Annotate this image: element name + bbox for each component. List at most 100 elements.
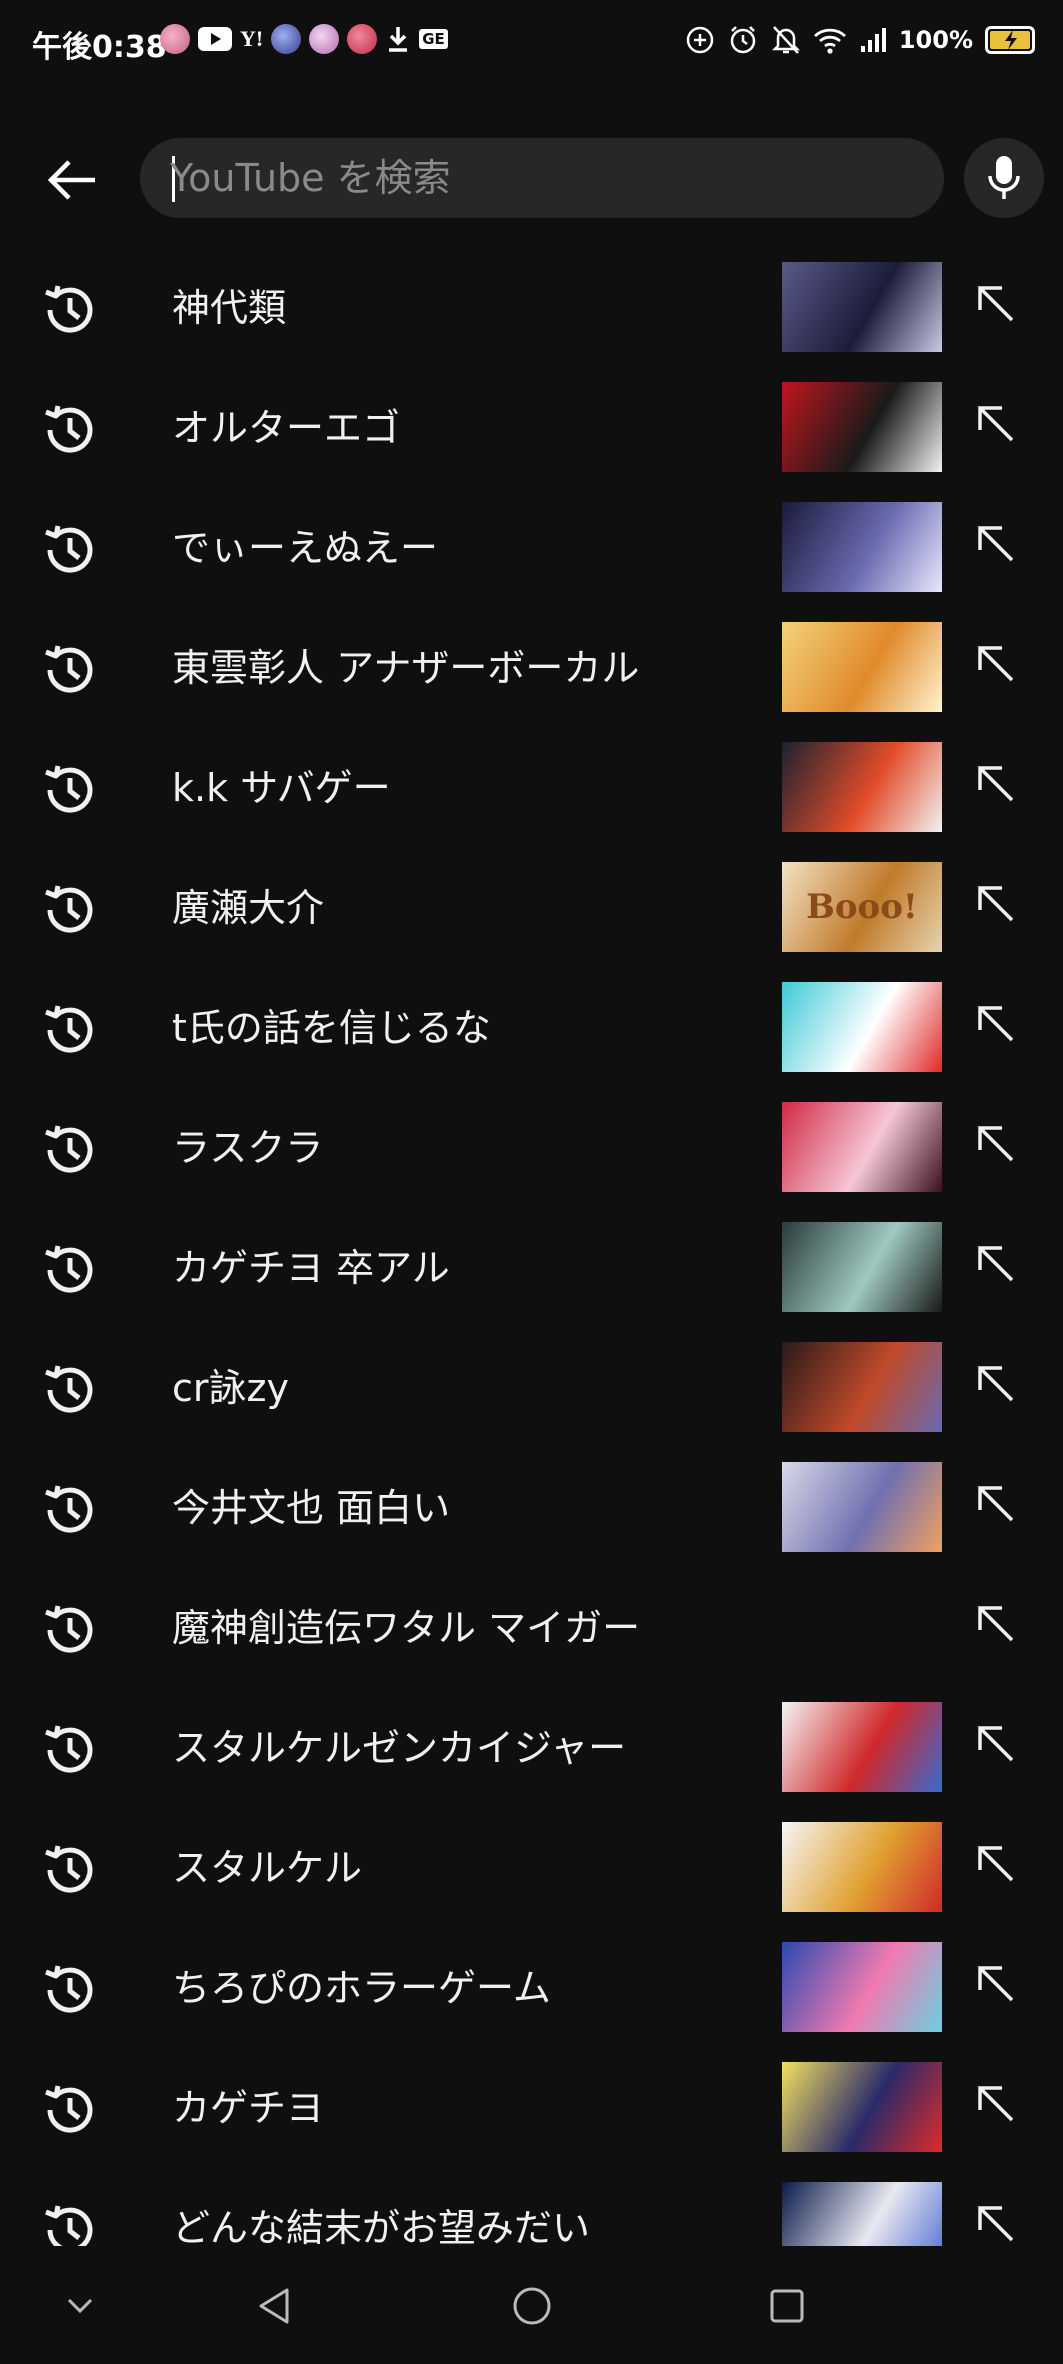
history-item-thumbnail [782, 502, 942, 592]
history-item-label: 廣瀬大介 [172, 886, 325, 930]
notification-icons: Y! GE [160, 24, 448, 54]
history-item[interactable]: cr詠zy [0, 1328, 1063, 1448]
fill-query-arrow-icon[interactable] [970, 1118, 1022, 1170]
history-item[interactable]: 廣瀬大介 Booo! [0, 848, 1063, 968]
keyboard-hide-button[interactable] [50, 2276, 110, 2336]
history-item-thumbnail [782, 622, 942, 712]
app-icon [160, 24, 190, 54]
fill-query-arrow-icon[interactable] [970, 278, 1022, 330]
history-item[interactable]: ちろぴのホラーゲーム [0, 1928, 1063, 2048]
chevron-down-icon [67, 2298, 93, 2314]
fill-query-arrow-icon[interactable] [970, 1358, 1022, 1410]
history-item-label: カゲチヨ [172, 2086, 325, 2130]
back-button[interactable] [36, 148, 106, 212]
nav-home-button[interactable] [502, 2276, 562, 2336]
history-item-label: オルターエゴ [172, 406, 401, 450]
history-clock-icon [45, 525, 93, 573]
microphone-icon [988, 156, 1020, 199]
search-input[interactable] [170, 138, 910, 218]
history-clock-icon [45, 1965, 93, 2013]
app-icon [347, 24, 378, 54]
nav-back-button[interactable] [243, 2276, 303, 2336]
fill-query-arrow-icon[interactable] [970, 878, 1022, 930]
ge-icon: GE [419, 29, 448, 49]
youtube-icon [198, 27, 232, 51]
history-item-label: 魔神創造伝ワタル マイガー [172, 1606, 641, 1650]
fill-query-arrow-icon[interactable] [970, 1718, 1022, 1770]
history-item-thumbnail [782, 382, 942, 472]
youtube-search-screen: 午後0:38 Y! GE 100% YouTube を検索 神代類 オルターエゴ… [0, 0, 1063, 2364]
history-item-label: t氏の話を信じるな [172, 1006, 491, 1050]
history-item-label: でぃーえぬえー [172, 526, 439, 570]
search-history-list: 神代類 オルターエゴ でぃーえぬえー 東雲彰人 アナザーボーカル k.k サバゲー 廣瀬大… [0, 248, 1063, 2246]
fill-query-arrow-icon[interactable] [970, 1598, 1022, 1650]
history-item-thumbnail [782, 1342, 942, 1432]
history-item[interactable]: ラスクラ [0, 1088, 1063, 1208]
history-item[interactable]: 東雲彰人 アナザーボーカル [0, 608, 1063, 728]
history-item-label: スタルケルゼンカイジャー [172, 1726, 627, 1770]
history-item[interactable]: どんな結末がお望みだい [0, 2168, 1063, 2246]
history-item[interactable]: k.k サバゲー [0, 728, 1063, 848]
history-item-label: 神代類 [172, 286, 287, 330]
history-item-label: どんな結末がお望みだい [172, 2206, 591, 2246]
history-clock-icon [45, 885, 93, 933]
alarm-icon [730, 26, 756, 54]
app-icon [309, 24, 340, 54]
fill-query-arrow-icon[interactable] [970, 2198, 1022, 2246]
recents-square-icon [770, 2289, 804, 2323]
history-clock-icon [45, 1245, 93, 1293]
history-item-label: スタルケル [172, 1846, 363, 1890]
fill-query-arrow-icon[interactable] [970, 398, 1022, 450]
battery-charging-icon [985, 26, 1035, 54]
history-clock-icon [45, 405, 93, 453]
thumbnail-text: Booo! [806, 887, 918, 927]
history-clock-icon [45, 645, 93, 693]
signal-icon [860, 28, 886, 52]
history-item-label: cr詠zy [172, 1366, 289, 1410]
fill-query-arrow-icon[interactable] [970, 1478, 1022, 1530]
history-item-thumbnail [782, 1702, 942, 1792]
wifi-icon [813, 28, 846, 54]
history-item[interactable]: スタルケルゼンカイジャー [0, 1688, 1063, 1808]
history-item-thumbnail [782, 262, 942, 352]
history-clock-icon [45, 765, 93, 813]
fill-query-arrow-icon[interactable] [970, 1958, 1022, 2010]
fill-query-arrow-icon[interactable] [970, 638, 1022, 690]
fill-query-arrow-icon[interactable] [970, 758, 1022, 810]
search-box [140, 138, 944, 218]
history-item[interactable]: 今井文也 面白い [0, 1448, 1063, 1568]
history-clock-icon [45, 1605, 93, 1653]
history-item[interactable]: t氏の話を信じるな [0, 968, 1063, 1088]
history-item-label: 今井文也 面白い [172, 1486, 451, 1530]
arrow-left-icon [47, 160, 95, 200]
history-item[interactable]: 神代類 [0, 248, 1063, 368]
fill-query-arrow-icon[interactable] [970, 998, 1022, 1050]
fill-query-arrow-icon[interactable] [970, 518, 1022, 570]
status-time: 午後0:38 [32, 30, 167, 65]
fill-query-arrow-icon[interactable] [970, 1838, 1022, 1890]
history-item[interactable]: でぃーえぬえー [0, 488, 1063, 608]
yahoo-icon: Y! [240, 26, 264, 51]
nav-recents-button[interactable] [757, 2276, 817, 2336]
mute-bell-icon [771, 26, 800, 54]
history-item-label: 東雲彰人 アナザーボーカル [172, 646, 640, 690]
history-item[interactable]: スタルケル [0, 1808, 1063, 1928]
history-item-label: カゲチヨ 卒アル [172, 1246, 450, 1290]
history-item[interactable]: オルターエゴ [0, 368, 1063, 488]
history-clock-icon [45, 1725, 93, 1773]
history-clock-icon [45, 1365, 93, 1413]
fill-query-arrow-icon[interactable] [970, 1238, 1022, 1290]
history-item[interactable]: カゲチヨ 卒アル [0, 1208, 1063, 1328]
fill-query-arrow-icon[interactable] [970, 2078, 1022, 2130]
history-item[interactable]: 魔神創造伝ワタル マイガー [0, 1568, 1063, 1688]
history-item-label: ラスクラ [172, 1126, 324, 1170]
download-icon [389, 27, 408, 52]
history-item[interactable]: カゲチヨ [0, 2048, 1063, 2168]
voice-search-button[interactable] [964, 138, 1044, 218]
system-navigation-bar [0, 2246, 1063, 2364]
history-item-thumbnail [782, 2062, 942, 2152]
home-circle-icon [513, 2287, 551, 2325]
history-clock-icon [45, 1485, 93, 1533]
history-clock-icon [45, 2205, 93, 2246]
battery-level: 100% [898, 26, 973, 54]
